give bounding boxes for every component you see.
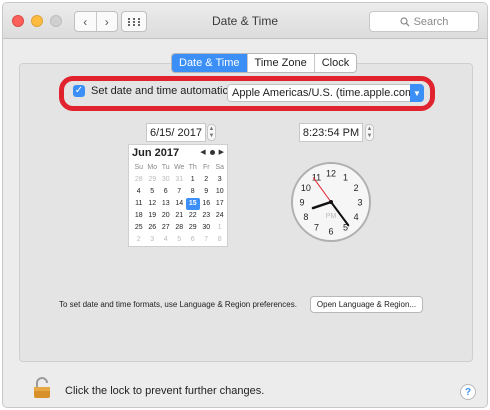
calendar-day[interactable]: 2 bbox=[132, 234, 146, 246]
calendar-day[interactable]: 21 bbox=[173, 210, 187, 222]
preferences-window: ‹ › Date & Time Search Date & Time Time bbox=[2, 2, 488, 408]
help-button[interactable]: ? bbox=[460, 384, 476, 400]
clock-number: 4 bbox=[354, 212, 359, 222]
calendar-day[interactable]: 28 bbox=[173, 222, 187, 234]
calendar-day[interactable]: 25 bbox=[132, 222, 146, 234]
weekday-header: Tu bbox=[161, 164, 170, 171]
calendar-day[interactable]: 12 bbox=[146, 198, 160, 210]
tab-date-time[interactable]: Date & Time bbox=[172, 54, 247, 72]
auto-time-checkbox[interactable]: ✓ bbox=[73, 85, 85, 97]
calendar-day[interactable]: 11 bbox=[132, 198, 146, 210]
analog-clock: 12 1234567891011PM bbox=[291, 162, 371, 242]
clock-number: 3 bbox=[357, 198, 362, 208]
chevron-down-icon: ▼ bbox=[410, 84, 424, 102]
time-field[interactable]: 8:23:54 PM bbox=[299, 123, 363, 142]
calendar-grid: Su Mo Tu We Th Fr Sa 28 29 30 31 1 2 3 4 5 6 7 8 9 10 11 12 13 1… bbox=[132, 162, 227, 246]
calendar-day[interactable]: 6 bbox=[186, 234, 200, 246]
calendar-day[interactable]: 7 bbox=[200, 234, 214, 246]
calendar-day[interactable]: 29 bbox=[146, 174, 160, 186]
calendar-day[interactable]: 3 bbox=[146, 234, 160, 246]
calendar-day[interactable]: 22 bbox=[186, 210, 200, 222]
lock-text: Click the lock to prevent further change… bbox=[65, 385, 265, 397]
calendar-month-label: Jun 2017 bbox=[132, 147, 180, 159]
weekday-header: We bbox=[174, 164, 185, 171]
calendar-day[interactable]: 18 bbox=[132, 210, 146, 222]
calendar-day[interactable]: 20 bbox=[159, 210, 173, 222]
calendar-day[interactable]: 4 bbox=[132, 186, 146, 198]
clock-number: 9 bbox=[299, 198, 304, 208]
search-icon bbox=[399, 16, 410, 26]
calendar-day[interactable]: 2 bbox=[200, 174, 214, 186]
calendar-day[interactable]: 7 bbox=[173, 186, 187, 198]
calendar-day[interactable]: 17 bbox=[213, 198, 227, 210]
calendar-day[interactable]: 28 bbox=[132, 174, 146, 186]
calendar-day[interactable]: 14 bbox=[173, 198, 187, 210]
clock-center bbox=[329, 200, 333, 204]
calendar-day[interactable]: 23 bbox=[200, 210, 214, 222]
calendar-day[interactable]: 30 bbox=[200, 222, 214, 234]
search-field[interactable]: Search bbox=[369, 11, 479, 32]
weekday-header: Fr bbox=[202, 164, 210, 171]
time-server-value: Apple Americas/U.S. (time.apple.com.) bbox=[232, 87, 421, 99]
calendar-day[interactable]: 27 bbox=[159, 222, 173, 234]
calendar-day[interactable]: 4 bbox=[159, 234, 173, 246]
calendar-day[interactable]: 5 bbox=[146, 186, 160, 198]
calendar-day[interactable]: 1 bbox=[213, 222, 227, 234]
calendar-day[interactable]: 13 bbox=[159, 198, 173, 210]
calendar-day[interactable]: 8 bbox=[186, 186, 200, 198]
calendar-nav: ◀ ▶ bbox=[200, 148, 224, 156]
time-server-select[interactable]: Apple Americas/U.S. (time.apple.com.) ▼ bbox=[227, 84, 424, 102]
auto-time-row: ✓ Set date and time automatically: bbox=[73, 85, 248, 97]
calendar-day[interactable]: 5 bbox=[173, 234, 187, 246]
tab-clock[interactable]: Clock bbox=[313, 54, 357, 72]
next-month-icon[interactable]: ▶ bbox=[219, 148, 224, 156]
time-stepper[interactable]: ▲ ▼ bbox=[365, 124, 374, 141]
calendar-day[interactable]: 31 bbox=[173, 174, 187, 186]
title-bar: ‹ › Date & Time Search bbox=[3, 3, 487, 39]
weekday-header: Mo bbox=[147, 164, 158, 171]
tab-time-zone[interactable]: Time Zone bbox=[246, 54, 314, 72]
calendar-day[interactable]: 3 bbox=[213, 174, 227, 186]
calendar-day[interactable]: 10 bbox=[213, 186, 227, 198]
clock-number: 8 bbox=[303, 212, 308, 222]
search-placeholder: Search bbox=[413, 15, 449, 28]
clock-number: 12 bbox=[326, 169, 336, 179]
formats-text: To set date and time formats, use Langua… bbox=[59, 300, 297, 309]
weekday-header: Su bbox=[134, 164, 144, 171]
calendar-day[interactable]: 29 bbox=[186, 222, 200, 234]
clock-number: 7 bbox=[314, 223, 319, 233]
open-language-region-button[interactable]: Open Language & Region... bbox=[310, 296, 423, 313]
previous-month-icon[interactable]: ◀ bbox=[200, 148, 205, 156]
calendar-day[interactable]: 15 bbox=[186, 198, 200, 210]
calendar-day[interactable]: 9 bbox=[200, 186, 214, 198]
date-field[interactable]: 6/15/ 2017 bbox=[146, 123, 206, 142]
clock-number: 1 bbox=[343, 172, 348, 182]
date-stepper[interactable]: ▲ ▼ bbox=[207, 124, 216, 141]
calendar-day[interactable]: 30 bbox=[159, 174, 173, 186]
calendar-day[interactable]: 24 bbox=[213, 210, 227, 222]
calendar: Jun 2017 ◀ ▶ Su Mo Tu We Th Fr Sa 28 29 30 31 1 2 3 4 5… bbox=[128, 144, 228, 247]
tab-bar: Date & Time Time Zone Clock bbox=[171, 53, 358, 73]
clock-number: 10 bbox=[301, 183, 311, 193]
clock-number: 6 bbox=[328, 227, 333, 237]
lock-icon[interactable] bbox=[33, 377, 51, 399]
calendar-day[interactable]: 16 bbox=[200, 198, 214, 210]
weekday-header: Th bbox=[188, 164, 197, 171]
weekday-header: Sa bbox=[215, 164, 225, 171]
calendar-day[interactable]: 6 bbox=[159, 186, 173, 198]
calendar-day[interactable]: 8 bbox=[213, 234, 227, 246]
today-button[interactable] bbox=[209, 149, 215, 155]
clock-period: PM bbox=[326, 213, 337, 220]
calendar-day[interactable]: 1 bbox=[186, 174, 200, 186]
auto-time-label: Set date and time automatically: bbox=[91, 85, 248, 97]
clock-number: 2 bbox=[354, 183, 359, 193]
calendar-day[interactable]: 26 bbox=[146, 222, 160, 234]
calendar-day[interactable]: 19 bbox=[146, 210, 160, 222]
